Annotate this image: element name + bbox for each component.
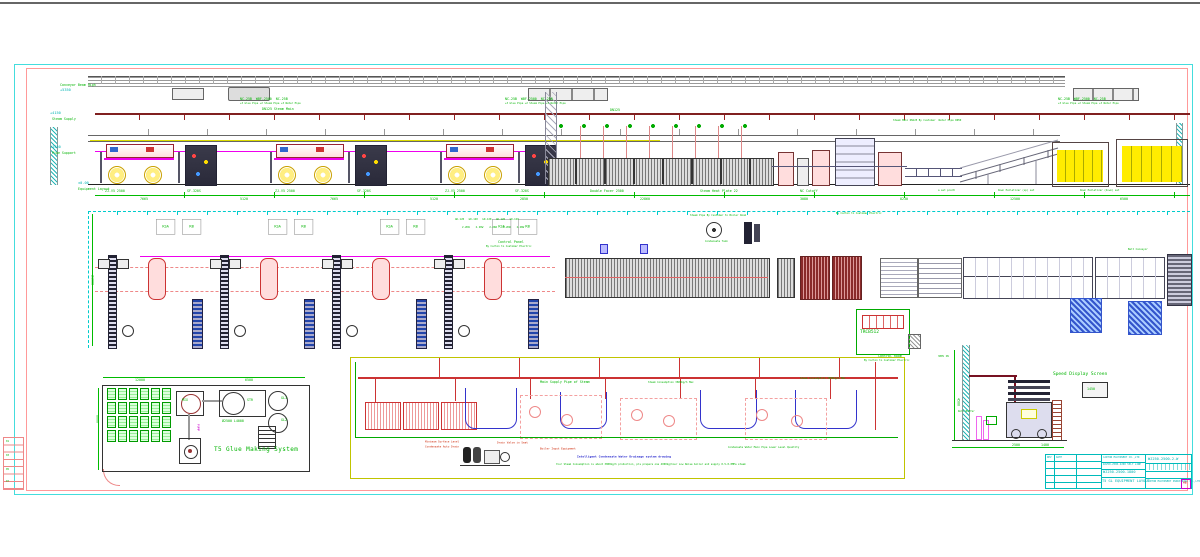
annotation: Steam Pipe By Customer to Boiler Room [690,214,746,217]
annotation: 6500 [245,378,253,382]
annotation: Ø2500 L4000 [222,419,244,423]
annotation: +3 Glue Pipe +2 Steam Pipe +3 Water Pipe [1058,102,1119,105]
annotation: Steam Supply [52,117,76,121]
annotation: SF-320S [515,189,529,193]
annotation: 8230 [900,197,908,201]
annotation: 01 [6,440,9,443]
annotation: 4500 [956,398,960,406]
annotation: Steam Main DN125 By Customer Water Pipe … [893,119,961,122]
annotation: Down Palletizer (down) set [1080,189,1119,192]
annotation: 2850 [520,197,528,201]
annotation: 7665 [140,197,148,201]
annotation: Conveyor Beam High [60,83,96,87]
annotation: 12500 [1010,197,1020,201]
annotation: Belt Conveyor [1128,248,1148,251]
annotation: Minimum Surface Level [425,440,459,443]
annotation: Boiler Input Equipment [540,447,576,450]
annotation: DN125 Steam Main [262,107,294,111]
annotation: 03 [6,454,9,457]
annotation: 3080 [800,197,808,201]
annotation: Roll Buffer [958,410,975,413]
annotation: 22860 [640,197,650,201]
annotation: By Carton to Customer Electric [864,359,910,362]
annotation: NC-25B WBF-2500 NC-25B [240,97,288,101]
annotation: 8000 [95,415,99,423]
annotation: Down Palletizer (up) set [998,189,1034,192]
annotation: PUMP [196,424,200,431]
annotation: 380V IN [938,355,949,358]
annotation: Condensate Tank [705,240,728,243]
annotation: +1450 [50,145,61,150]
annotation: NC-25B WBF-2500 NC-25B [1058,97,1106,101]
annotation: GL1 [281,396,287,400]
annotation: 7665 [330,197,338,201]
annotation: MIX [182,398,188,402]
annotation: Steam Consumption 3800kg/h Max [800,377,846,380]
annotation: +4150 [50,111,61,116]
annotation: Condensate Auto Drain [425,445,459,448]
annotation: By Carton to Customer Electric [836,212,882,215]
annotation: Main Supply Pipe of Steam [540,380,590,384]
annotation: +3 Glue Pipe +2 Steam Pipe +3 Water Pipe [240,102,301,105]
annotation: 5120 [240,197,248,201]
annotation: Drain Valve in Seat [497,441,528,444]
annotation: STR [247,398,253,402]
annotation: 2500 [1012,443,1020,447]
annotation: Control Room [878,354,902,358]
annotation-layer: Conveyor Beam High+5350 +4150Steam Supply… [0,0,1200,557]
annotation: By Carton to Customer Electric [486,245,532,248]
annotation: GL2 [281,418,287,422]
annotation: Steam Consumption 3800kg/h Max [648,381,694,384]
annotation: Control Panel [498,240,524,244]
annotation: 21000 [90,275,94,285]
annotation: 07 [6,480,9,483]
annotation: NC-25B WBF-2500 NC-25B [505,97,553,101]
annotation: 12000 [135,378,145,382]
annotation: ZJ-V5 2500 [445,189,465,193]
annotation: 5120 [430,197,438,201]
annotation: +5350 [60,88,71,93]
annotation: Double Facer 2500 [590,189,624,193]
drawing-sheet: KSA RB KSA RB KSA RB [0,0,1200,557]
annotation: 1400 [1041,443,1049,447]
annotation: 05 [6,468,9,471]
annotation: SF-320S [357,189,371,193]
annotation: SF-320S [187,189,201,193]
annotation: ±0.00 [78,181,89,186]
annotation: 2.2KW 2.2KW 2.2KW 2.2KW 2.2KW [462,226,524,229]
annotation: GD-120 GD-120 GD-120 GD-120 GD-120 [455,218,519,221]
annotation: +3 Glue Pipe +2 Steam Pipe +3 Water Pipe [505,102,566,105]
annotation: ZJ-V5 2500 [105,189,125,193]
annotation: ZJ-V5 2500 [275,189,295,193]
annotation: a set pcs=8 [938,189,955,192]
annotation: Pipe Support [52,151,76,155]
annotation: NC Cutoff [800,189,818,193]
annotation: 6500 [1120,197,1128,201]
annotation: DN125 [610,108,620,112]
annotation: Condensate Water Main Pipe Lower Level Q… [728,446,799,449]
annotation: Steam Heat Plate 22 [700,189,738,193]
